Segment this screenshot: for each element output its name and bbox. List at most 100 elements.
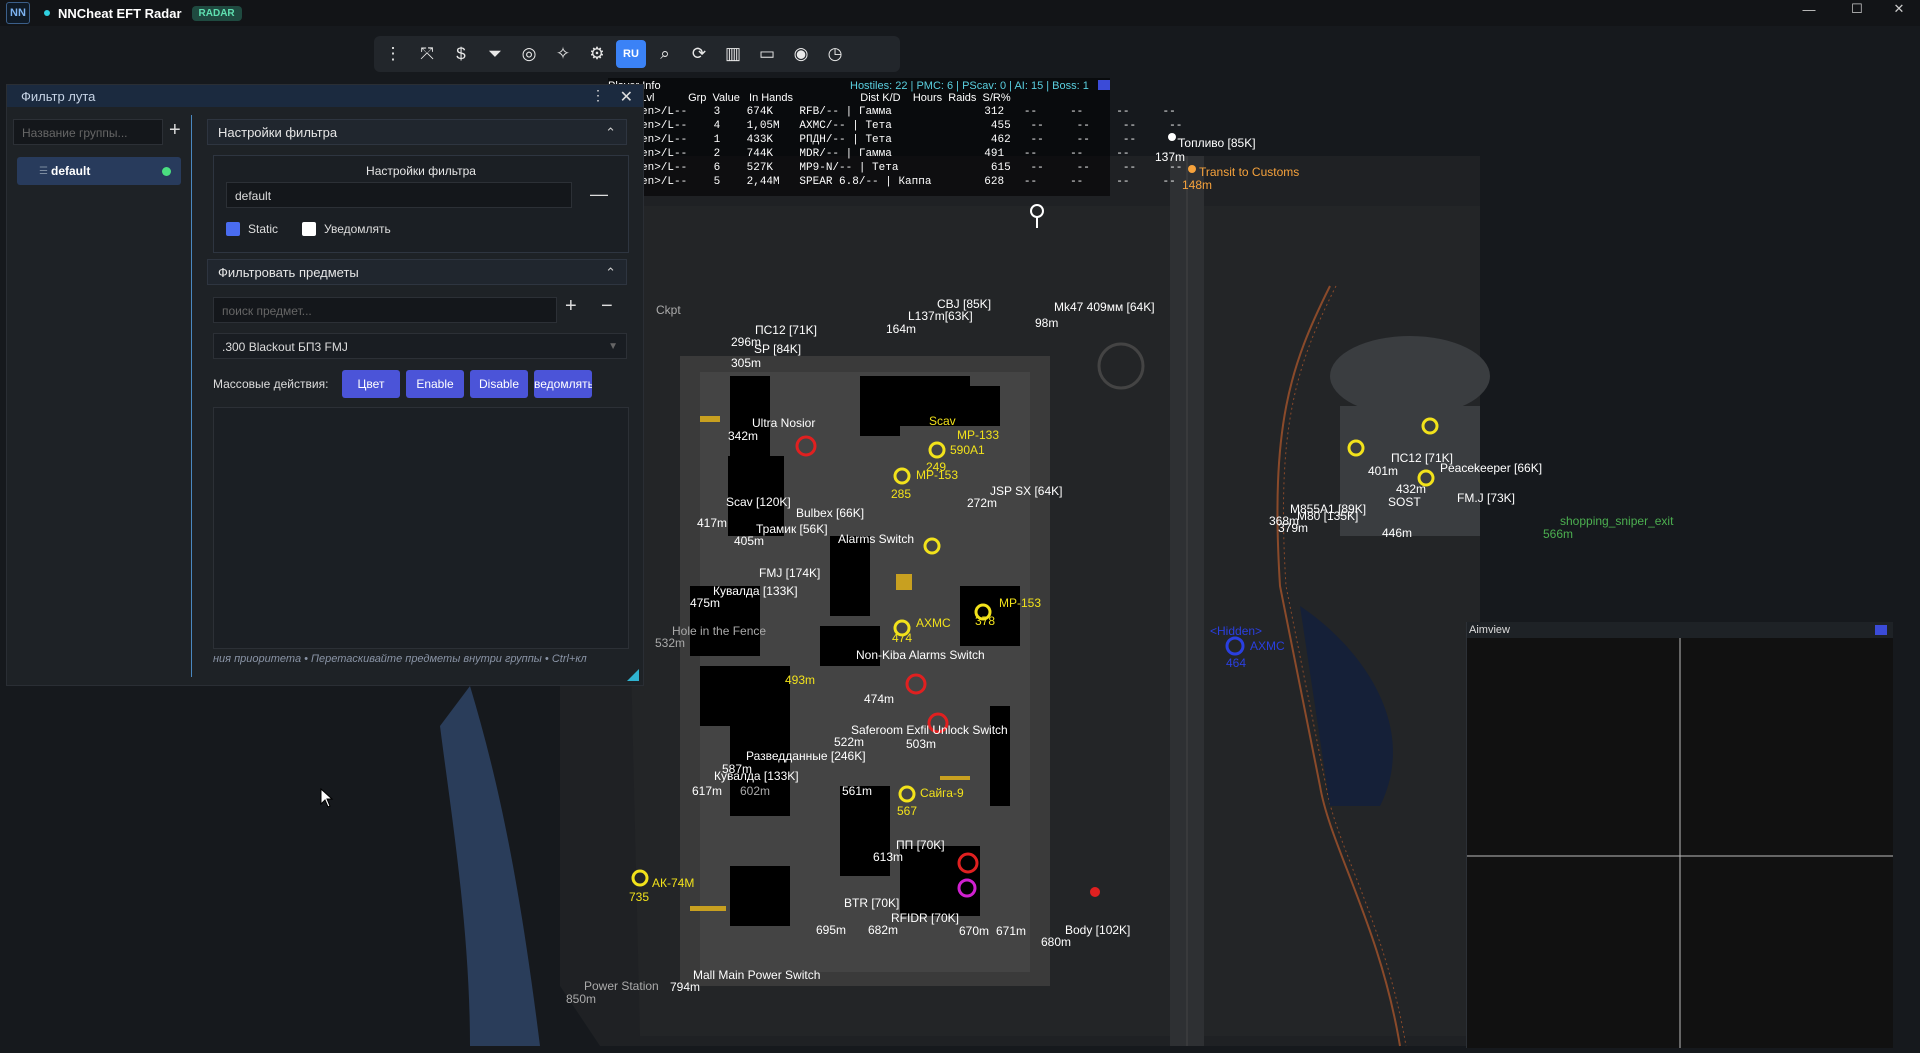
map-label: Сайга-9 — [920, 786, 964, 800]
group-item-label: default — [51, 164, 91, 178]
map-label: RFIDR [70K] — [891, 911, 960, 925]
static-label: Static — [248, 222, 279, 236]
mouse-cursor-icon — [320, 788, 334, 808]
notify-all-button[interactable]: ведомлять — [534, 370, 592, 398]
map-label: Топливо [85K] — [1178, 136, 1256, 150]
player-row: <Hidden>/L-- 1 433K РПДН/-- | Тета 462 -… — [608, 134, 1183, 146]
map-label: 475m — [690, 596, 721, 610]
chevron-up-icon: ⌃ — [605, 265, 616, 280]
enable-button[interactable]: Enable — [406, 370, 464, 398]
map-label: 493m — [785, 673, 816, 687]
map-label: 342m — [728, 429, 759, 443]
player-row: <Hidden>/L-- 2 744K MDR/-- | Гамма 491 -… — [608, 148, 1176, 160]
map-label: 417m — [697, 516, 728, 530]
map-label: Mk47 409мм [64K] — [1054, 300, 1155, 314]
map-label: 670m — [959, 924, 990, 938]
menu-dots-icon[interactable]: ⋮ — [378, 40, 408, 68]
map-label: Разведданные [246K] — [746, 749, 866, 763]
map-label: Hole in the Fence — [672, 624, 767, 638]
panel-header[interactable]: Фильтр лута — [7, 85, 643, 107]
title-bar: NN NNCheat EFT Radar RADAR — ☐ ✕ — [0, 0, 1920, 26]
map-label: 464 — [1226, 656, 1247, 670]
map-label: Power Station — [584, 979, 659, 993]
color-button[interactable]: Цвет — [342, 370, 400, 398]
glasses-icon[interactable]: ◎ — [514, 40, 544, 68]
item-search-input[interactable]: поиск предмет... — [213, 297, 557, 323]
map-label: Scav — [929, 414, 956, 428]
filter-name-input[interactable]: default — [226, 182, 572, 208]
map-label: 379m — [1278, 521, 1309, 535]
minimize-button[interactable]: — — [1786, 0, 1832, 18]
group-item-default[interactable]: ☰ default — [17, 157, 181, 185]
aimview-title: Aimview — [1467, 622, 1893, 638]
player-row: <Hidden>/L-- 5 2,44M SPEAR 6.8/-- | Капп… — [608, 176, 1176, 188]
resize-handle[interactable] — [627, 669, 639, 681]
crosshair-icon[interactable]: ⤧ — [412, 40, 442, 68]
map-label: 590A1 — [950, 443, 985, 457]
notify-checkbox[interactable] — [302, 222, 316, 236]
map-label: 474 — [892, 631, 913, 645]
magic-wand-icon[interactable]: ✧ — [548, 40, 578, 68]
map-label: 503m — [906, 737, 937, 751]
map-label: 532m — [655, 636, 686, 650]
map-label: 148m — [1182, 178, 1213, 192]
search-icon[interactable]: ⌕ — [650, 40, 680, 68]
drag-handle-icon[interactable]: ☰ — [39, 166, 48, 177]
map-label: Saferoom Exfil Unlock Switch — [851, 723, 1008, 737]
map-label: Mall Main Power Switch — [693, 968, 821, 982]
map-label: 850m — [566, 992, 597, 1006]
refresh-icon[interactable]: ⟳ — [684, 40, 714, 68]
map-label: AXMC — [916, 616, 951, 630]
map-label: Body [102K] — [1065, 923, 1131, 937]
map-label: Non-Kiba Alarms Switch — [856, 648, 985, 662]
loot-filter-panel: Фильтр лута ⋮ ✕ Название группы... + ☰ d… — [6, 84, 644, 686]
map-icon[interactable]: ▥ — [718, 40, 748, 68]
eye-icon[interactable]: ◉ — [786, 40, 816, 68]
panel-close-icon[interactable]: ✕ — [620, 87, 633, 107]
close-window-button[interactable]: ✕ — [1876, 0, 1920, 18]
player-info-columns: Name/Lvl Grp Value In Hands Dist K/D Hou… — [608, 92, 1011, 104]
map-label: АК-74М — [652, 876, 695, 890]
map-label: 682m — [868, 923, 899, 937]
static-checkbox[interactable] — [226, 222, 240, 236]
filtered-items-list[interactable] — [213, 407, 629, 649]
gear-icon[interactable]: ⚙ — [582, 40, 612, 68]
language-toggle-button[interactable]: RU — [616, 40, 646, 68]
chevron-up-icon: ⌃ — [605, 125, 616, 140]
item-select[interactable]: .300 Blackout БП3 FMJ ▼ — [213, 333, 627, 359]
maximize-button[interactable]: ☐ — [1834, 0, 1880, 18]
map-label: 602m — [740, 784, 771, 798]
map-label: 680m — [1041, 935, 1072, 949]
window-icon[interactable]: ▭ — [752, 40, 782, 68]
map-label: МР-153 — [999, 596, 1042, 610]
hostile-stats: Hostiles: 22 | PMC: 6 | PScav: 0 | AI: 1… — [850, 80, 1089, 92]
dollar-icon[interactable]: $ — [446, 40, 476, 68]
map-label: SP [84K] — [754, 342, 802, 356]
map-label: 695m — [816, 923, 847, 937]
map-label: 613m — [873, 850, 904, 864]
player-row: <Hidden>/L-- 3 674K RFB/-- | Гамма 312 -… — [608, 106, 1176, 118]
filter-items-header[interactable]: Фильтровать предметы ⌃ — [207, 259, 627, 285]
add-group-button[interactable]: + — [169, 119, 181, 142]
map-label: 566m — [1543, 527, 1574, 541]
mode-badge: RADAR — [191, 5, 242, 21]
map-label: 522m — [834, 735, 865, 749]
remove-filter-button[interactable]: — — [590, 184, 608, 205]
panel-menu-icon[interactable]: ⋮ — [591, 87, 605, 104]
filter-icon[interactable]: ⏷ — [480, 40, 510, 68]
map-label: 561m — [842, 784, 873, 798]
filter-settings-header[interactable]: Настройки фильтра ⌃ — [207, 119, 627, 145]
add-item-button[interactable]: + — [565, 295, 577, 318]
filter-settings-box: Настройки фильтра default — Static Уведо… — [213, 155, 629, 253]
map-label: SOST — [1388, 495, 1421, 509]
group-name-input[interactable]: Название группы... — [13, 119, 163, 145]
map-label: Peacekeeper [66K] — [1440, 461, 1543, 475]
aimview-collapse-button[interactable] — [1875, 625, 1887, 635]
player-info-collapse-button[interactable] — [1098, 80, 1110, 90]
disable-button[interactable]: Disable — [470, 370, 528, 398]
clock-icon[interactable]: ◷ — [820, 40, 850, 68]
remove-item-button[interactable]: − — [601, 295, 613, 318]
map-label: <Hidden> — [1210, 624, 1263, 638]
section-title: Фильтровать предметы — [218, 265, 359, 280]
map-label: 378 — [975, 614, 996, 628]
